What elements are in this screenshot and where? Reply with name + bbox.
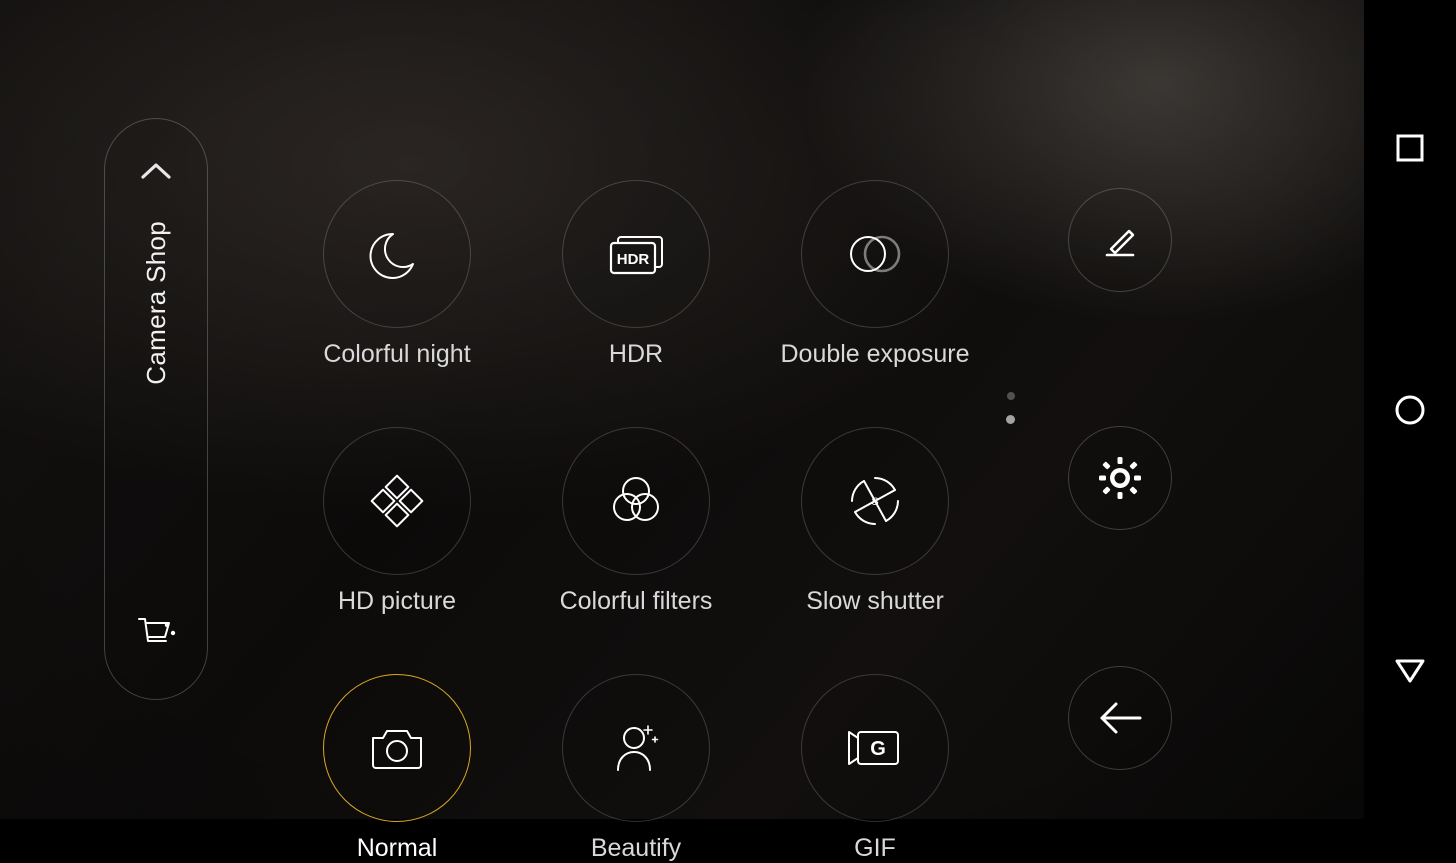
mode-label: GIF (854, 834, 896, 863)
chevron-up-icon (139, 159, 173, 183)
gear-icon (1096, 454, 1144, 502)
modes-row: Colorful night HDR HDR (300, 180, 972, 369)
mode-circle (562, 674, 710, 822)
mode-circle (323, 180, 471, 328)
circle-icon (1393, 393, 1427, 427)
shopping-cart-icon (133, 611, 179, 657)
svg-text:G: G (870, 738, 886, 760)
gif-icon: G (846, 719, 904, 777)
square-icon (1395, 133, 1425, 163)
mode-circle: HDR (562, 180, 710, 328)
nav-back-button[interactable] (1388, 649, 1432, 693)
camera-viewfinder: Camera Shop Colorful night (0, 0, 1364, 819)
diamond-grid-icon (369, 473, 425, 529)
mode-label: Normal (357, 834, 438, 863)
nav-home-button[interactable] (1388, 388, 1432, 432)
mode-label: HDR (609, 340, 663, 369)
mode-hd-picture[interactable]: HD picture (300, 427, 494, 616)
modes-row: Normal Beautify (300, 674, 972, 863)
mode-circle (323, 427, 471, 575)
mode-colorful-night[interactable]: Colorful night (300, 180, 494, 369)
svg-text:HDR: HDR (617, 251, 650, 268)
mode-label: Slow shutter (806, 587, 944, 616)
pencil-icon (1097, 217, 1143, 263)
settings-button[interactable] (1068, 426, 1172, 530)
mode-circle (801, 180, 949, 328)
mode-circle (562, 427, 710, 575)
mode-double-exposure[interactable]: Double exposure (778, 180, 972, 369)
mode-slow-shutter[interactable]: S Slow shutter (778, 427, 972, 616)
mode-hdr[interactable]: HDR HDR (539, 180, 733, 369)
edit-button[interactable] (1068, 188, 1172, 292)
mode-gif[interactable]: G GIF (778, 674, 972, 863)
camera-shop-pill[interactable]: Camera Shop (104, 118, 208, 700)
triangle-down-icon (1393, 657, 1427, 685)
mode-colorful-filters[interactable]: Colorful filters (539, 427, 733, 616)
page-indicator (1006, 392, 1015, 424)
mode-label: HD picture (338, 587, 456, 616)
person-sparkle-icon (608, 720, 664, 776)
hdr-icon: HDR (604, 222, 668, 286)
side-actions (1068, 188, 1172, 768)
back-button[interactable] (1068, 666, 1172, 770)
shutter-icon: S (846, 472, 904, 530)
nav-recent-button[interactable] (1388, 126, 1432, 170)
moon-icon (369, 226, 425, 282)
mode-label: Double exposure (780, 340, 969, 369)
modes-row: HD picture Colorful filters (300, 427, 972, 616)
camera-shop-label: Camera Shop (141, 221, 172, 385)
android-nav-bar (1364, 0, 1456, 819)
mode-circle: S (801, 427, 949, 575)
mode-label: Beautify (591, 834, 681, 863)
mode-beautify[interactable]: Beautify (539, 674, 733, 863)
camera-icon (368, 719, 426, 777)
arrow-left-icon (1094, 698, 1146, 738)
mode-circle: G (801, 674, 949, 822)
mode-label: Colorful night (323, 340, 470, 369)
mode-normal[interactable]: Normal (300, 674, 494, 863)
filters-icon (608, 473, 664, 529)
double-exposure-icon (846, 225, 904, 283)
camera-modes-grid: Colorful night HDR HDR (300, 180, 972, 863)
page-dot (1007, 392, 1015, 400)
mode-circle-selected (323, 674, 471, 822)
page-dot-active (1006, 415, 1015, 424)
mode-label: Colorful filters (560, 587, 713, 616)
svg-text:S: S (871, 496, 878, 508)
